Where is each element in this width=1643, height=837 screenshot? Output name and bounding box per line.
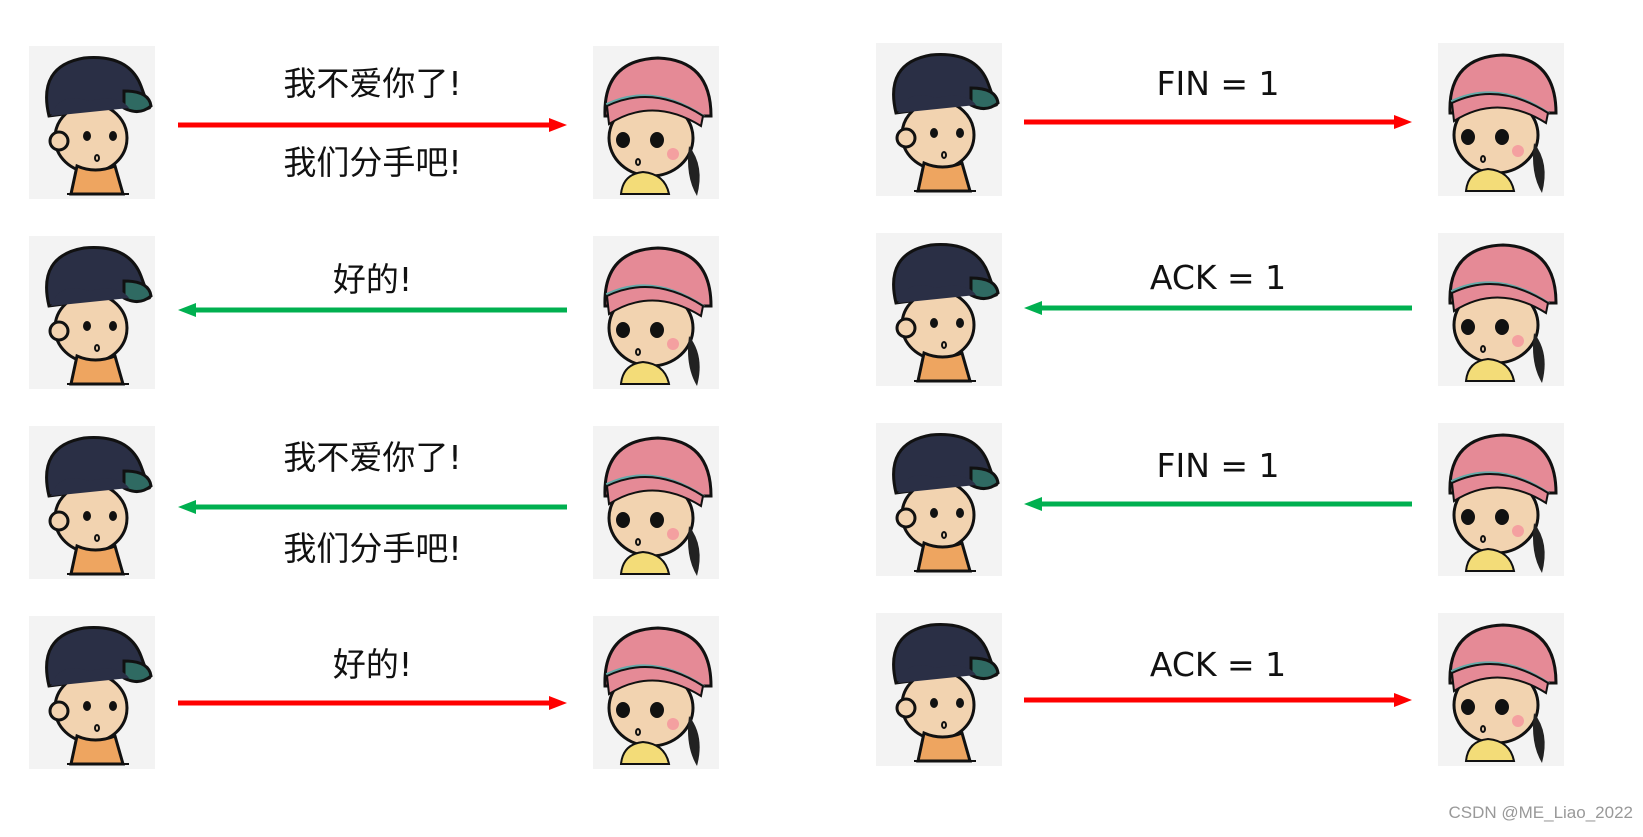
arrow-right [178,118,567,132]
arrow-left [178,303,567,317]
message-label: 我不爱你了! [283,64,462,103]
message-label-secondary: 我们分手吧! [283,143,462,182]
boy-avatar [29,46,155,199]
girl-avatar [593,426,719,579]
girl-avatar [593,236,719,389]
message-label: ACK = 1 [1149,645,1287,684]
arrow-right [1024,693,1412,707]
boy-avatar [29,426,155,579]
message-label-secondary: 我们分手吧! [283,529,462,568]
message-label: 好的! [332,645,413,684]
arrow-left [1024,301,1412,315]
arrow-right [1024,115,1412,129]
message-label: 好的! [332,260,413,299]
arrow-left [1024,497,1412,511]
message-label: 我不爱你了! [283,438,462,477]
girl-avatar [593,46,719,199]
girl-avatar [1438,233,1564,386]
boy-avatar [29,616,155,769]
arrow-left [178,500,567,514]
boy-avatar [876,43,1002,196]
watermark: CSDN @ME_Liao_2022 [1448,803,1633,822]
message-label: FIN = 1 [1156,446,1280,485]
girl-avatar [1438,43,1564,196]
boy-avatar [29,236,155,389]
girl-avatar [1438,613,1564,766]
message-label: ACK = 1 [1149,258,1287,297]
boy-avatar [876,613,1002,766]
boy-avatar [876,423,1002,576]
boy-avatar [876,233,1002,386]
girl-avatar [1438,423,1564,576]
girl-avatar [593,616,719,769]
message-label: FIN = 1 [1156,64,1280,103]
arrow-right [178,696,567,710]
